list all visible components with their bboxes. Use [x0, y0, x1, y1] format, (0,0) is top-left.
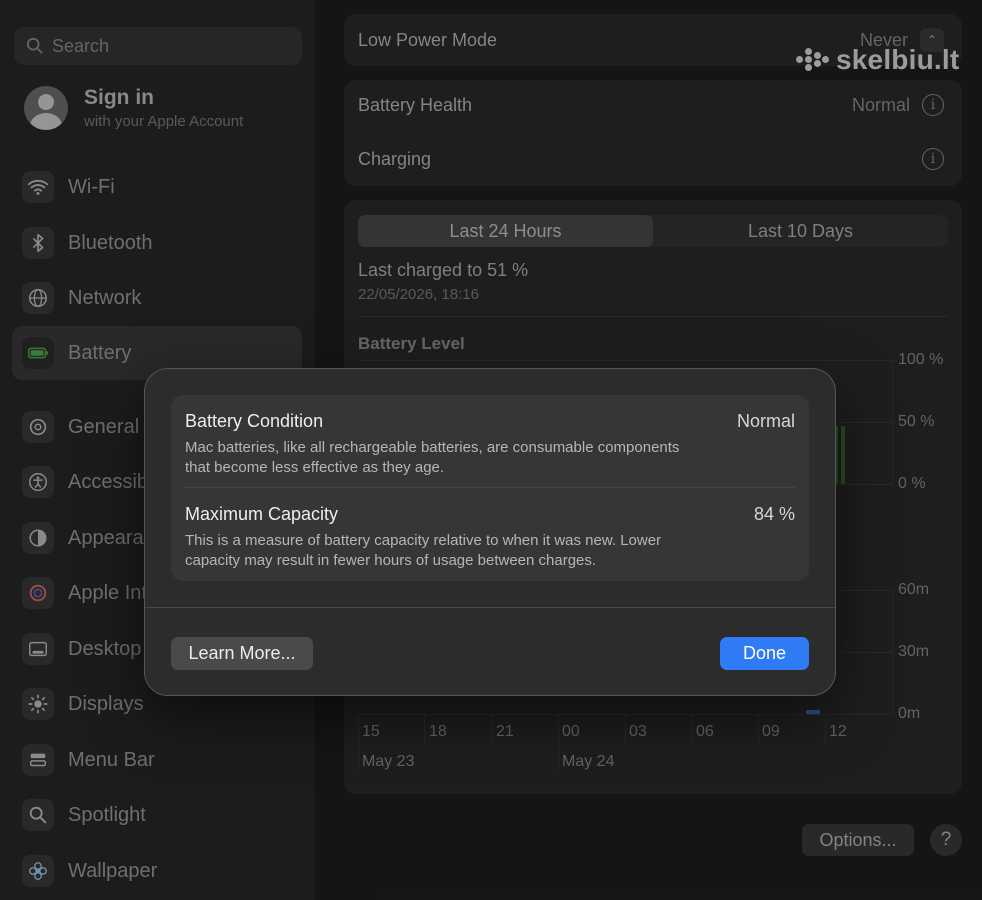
dialog-content-box: Battery Condition Normal Mac batteries, … [171, 395, 809, 581]
capacity-description: This is a measure of battery capacity re… [185, 532, 662, 569]
dialog-divider [145, 607, 835, 608]
divider [185, 487, 795, 488]
capacity-row: Maximum Capacity 84 % This is a measure … [185, 504, 795, 571]
capacity-title: Maximum Capacity [185, 504, 339, 524]
capacity-value: 84 % [753, 504, 795, 524]
done-button[interactable]: Done [720, 637, 809, 670]
battery-condition-dialog: Battery Condition Normal Mac batteries, … [144, 368, 836, 696]
condition-title: Battery Condition [185, 411, 324, 431]
condition-row: Battery Condition Normal Mac batteries, … [185, 411, 795, 478]
learn-more-button[interactable]: Learn More... [171, 637, 313, 670]
condition-value: Normal [736, 411, 795, 431]
condition-description: Mac batteries, like all rechargeable bat… [185, 439, 680, 476]
